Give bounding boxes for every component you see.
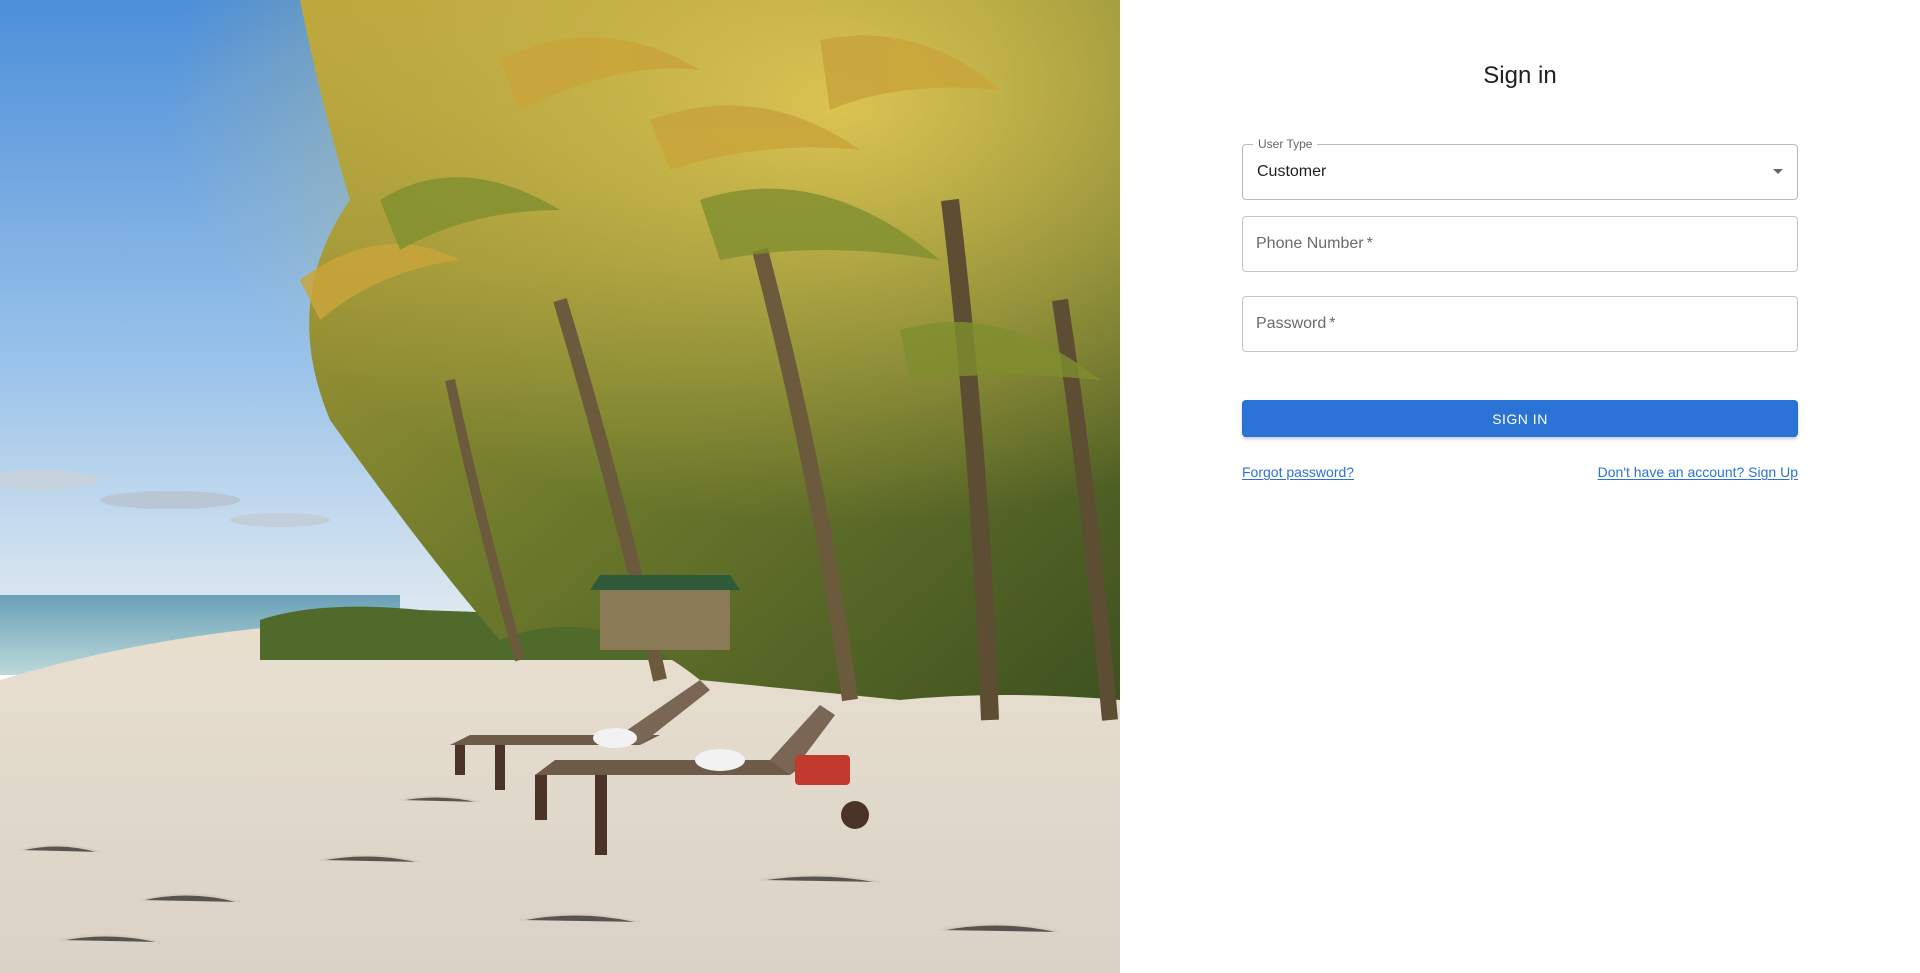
chevron-down-icon[interactable] bbox=[1773, 169, 1783, 174]
beach-illustration bbox=[0, 0, 1120, 973]
sign-up-link[interactable]: Don't have an account? Sign Up bbox=[1598, 464, 1798, 480]
sign-in-button[interactable]: SIGN IN bbox=[1242, 400, 1798, 437]
phone-number-input[interactable]: Phone Number * bbox=[1242, 216, 1798, 272]
user-type-value: Customer bbox=[1257, 163, 1327, 180]
user-type-label: User Type bbox=[1253, 137, 1318, 151]
hero-image bbox=[0, 0, 1120, 973]
required-mark: * bbox=[1366, 235, 1373, 252]
user-type-select[interactable]: User Type Customer bbox=[1242, 137, 1798, 200]
password-placeholder: Password * bbox=[1256, 315, 1335, 333]
forgot-password-link[interactable]: Forgot password? bbox=[1242, 464, 1354, 480]
page-title: Sign in bbox=[1483, 62, 1557, 89]
required-mark: * bbox=[1329, 315, 1336, 332]
password-input[interactable]: Password * bbox=[1242, 296, 1798, 352]
phone-number-label: Phone Number bbox=[1256, 235, 1364, 252]
phone-number-placeholder: Phone Number * bbox=[1256, 235, 1373, 253]
password-label: Password bbox=[1256, 315, 1327, 332]
signin-panel: Sign in User Type Customer Phone Number *… bbox=[1120, 0, 1920, 973]
login-page: Sign in User Type Customer Phone Number *… bbox=[0, 0, 1920, 973]
